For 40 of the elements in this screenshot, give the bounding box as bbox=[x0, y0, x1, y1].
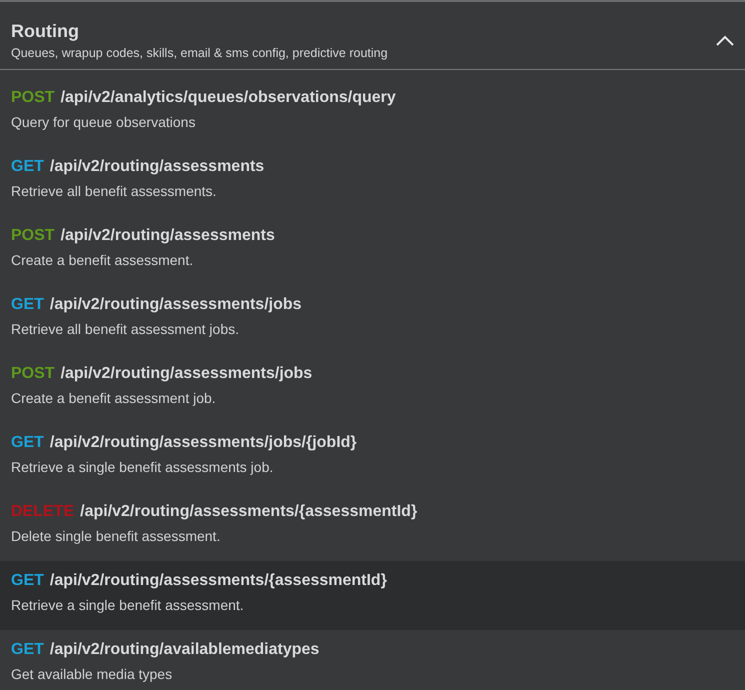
endpoint-description: Query for queue observations bbox=[11, 114, 196, 130]
endpoint-description: Get available media types bbox=[11, 666, 174, 682]
endpoint-description: Retrieve a single benefit assessment. bbox=[11, 597, 245, 613]
http-method: POST bbox=[11, 227, 55, 245]
http-method: POST bbox=[11, 89, 55, 107]
endpoint-row[interactable]: POST /api/v2/routing/assessments Create a benefit assessment. bbox=[0, 216, 745, 285]
endpoint-path: /api/v2/routing/assessments bbox=[60, 227, 275, 245]
section-title: Routing bbox=[11, 21, 80, 42]
endpoint-path: /api/v2/routing/assessments/jobs/{jobId} bbox=[50, 434, 357, 452]
endpoint-row[interactable]: GET /api/v2/routing/assessments/{assessmentId} Retrieve a single benefit assessment. bbox=[0, 561, 745, 630]
section-subtitle: Queues, wrapup codes, skills, email & sms config, predictive routing bbox=[11, 46, 388, 60]
http-method: GET bbox=[11, 296, 44, 314]
endpoint-row[interactable]: DELETE /api/v2/routing/assessments/{assessmentId} Delete single benefit assessment. bbox=[0, 492, 745, 561]
endpoint-path: /api/v2/routing/assessments/{assessmentId} bbox=[80, 503, 418, 521]
endpoint-row[interactable]: GET /api/v2/routing/assessments/jobs Retrieve all benefit assessment jobs. bbox=[0, 285, 745, 354]
http-method: POST bbox=[11, 365, 55, 383]
endpoint-path: /api/v2/routing/assessments/{assessmentId} bbox=[50, 572, 387, 590]
endpoint-row[interactable]: GET /api/v2/routing/availablemediatypes Get available media types bbox=[0, 630, 745, 690]
collapse-chevron-icon[interactable] bbox=[716, 35, 734, 46]
http-method: GET bbox=[11, 434, 44, 452]
endpoint-path: /api/v2/routing/assessments bbox=[50, 158, 264, 176]
endpoint-path: /api/v2/routing/assessments/jobs bbox=[50, 296, 302, 314]
endpoint-description: Retrieve a single benefit assessments job. bbox=[11, 459, 274, 475]
endpoint-path: /api/v2/analytics/queues/observations/query bbox=[60, 89, 396, 107]
http-method: DELETE bbox=[11, 503, 74, 521]
http-method: GET bbox=[11, 641, 44, 659]
endpoint-row[interactable]: GET /api/v2/routing/assessments Retrieve all benefit assessments. bbox=[0, 147, 745, 216]
section-header[interactable]: Routing Queues, wrapup codes, skills, email & sms config, predictive routing bbox=[0, 2, 745, 70]
endpoint-description: Create a benefit assessment job. bbox=[11, 390, 217, 406]
endpoint-row[interactable]: POST /api/v2/analytics/queues/observations/query Query for queue observations bbox=[0, 78, 745, 147]
endpoint-description: Create a benefit assessment. bbox=[11, 252, 194, 268]
endpoint-path: /api/v2/routing/assessments/jobs bbox=[60, 365, 312, 383]
endpoint-description: Retrieve all benefit assessments. bbox=[11, 183, 218, 199]
http-method: GET bbox=[11, 158, 44, 176]
endpoint-path: /api/v2/routing/availablemediatypes bbox=[50, 641, 320, 659]
http-method: GET bbox=[11, 572, 44, 590]
endpoint-description: Retrieve all benefit assessment jobs. bbox=[11, 321, 240, 337]
endpoint-description: Delete single benefit assessment. bbox=[11, 528, 222, 544]
endpoint-row[interactable]: GET /api/v2/routing/assessments/jobs/{jobId} Retrieve a single benefit assessments job. bbox=[0, 423, 745, 492]
endpoint-row[interactable]: POST /api/v2/routing/assessments/jobs Create a benefit assessment job. bbox=[0, 354, 745, 423]
